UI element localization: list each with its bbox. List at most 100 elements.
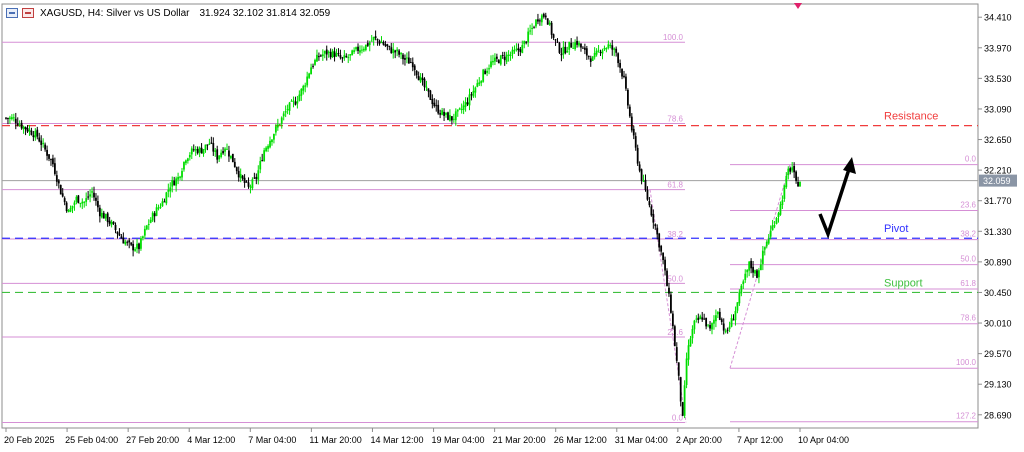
candle-body [699, 316, 702, 320]
candle-body [709, 325, 711, 329]
candle-body [59, 184, 62, 195]
one-click-trading-icon[interactable] [22, 8, 34, 18]
candle-body [589, 58, 592, 62]
candle-body [30, 130, 33, 135]
candle-body [494, 57, 496, 62]
candle-body [263, 150, 266, 161]
candle-body [353, 50, 356, 53]
candle-body [752, 266, 754, 273]
candle-body [163, 201, 166, 203]
candle-body [726, 329, 729, 331]
candle-body [235, 167, 238, 172]
candle-body [765, 242, 768, 247]
candle-body [331, 50, 334, 58]
x-tick-label: 31 Mar 04:00 [615, 435, 668, 445]
candle-body [247, 182, 250, 187]
candle-body [63, 198, 66, 203]
candle-body [85, 198, 88, 202]
candle-body [347, 57, 350, 59]
candle-body [314, 60, 316, 65]
candle-body [746, 269, 749, 273]
candle-body [593, 52, 596, 58]
candle-body [97, 201, 99, 208]
candle-body [687, 345, 690, 360]
fib-label: 78.6 [667, 115, 683, 124]
candle-body [564, 46, 567, 54]
candle-body [570, 42, 573, 48]
candle-body [79, 202, 82, 204]
candle-body [118, 233, 121, 236]
candle-body [239, 174, 242, 179]
candle-body [237, 170, 240, 178]
candle-body [406, 57, 408, 59]
candle-body [499, 55, 502, 65]
candle-body [595, 50, 598, 55]
candle-body [46, 149, 48, 156]
candle-body [474, 87, 477, 93]
candle-body [546, 18, 549, 25]
candle-body [521, 45, 524, 54]
candle-body [540, 15, 543, 23]
candle-body [218, 155, 221, 160]
candle-body [628, 106, 631, 117]
candle-body [658, 233, 661, 248]
candle-body [705, 317, 708, 327]
candle-body [715, 315, 717, 322]
candle-body [273, 134, 275, 140]
candle-body [116, 231, 119, 234]
price-chart[interactable]: 34.410 33.970 33.530 33.090 32.650 32.210 31.7… [0, 0, 1024, 452]
candle-body [617, 53, 620, 64]
candle-body [384, 44, 387, 46]
candle-body [507, 54, 510, 56]
candle-body [286, 109, 289, 111]
candle-body [110, 221, 113, 225]
candle-body [783, 185, 786, 199]
candle-body [578, 42, 580, 46]
candle-body [73, 202, 76, 205]
candle-body [167, 189, 170, 192]
x-tick-label: 7 Mar 04:00 [248, 435, 296, 445]
candle-body [454, 111, 457, 121]
candle-body [554, 39, 557, 41]
candle-body [32, 135, 35, 138]
candle-body [91, 191, 93, 193]
fib-label: 127.2 [956, 412, 977, 421]
candle-body [552, 34, 555, 38]
x-tick-label: 2 Apr 20:00 [676, 435, 722, 445]
y-tick-label: 28.690 [984, 410, 1012, 420]
candle-body [529, 30, 532, 32]
x-tick-label: 7 Apr 12:00 [737, 435, 783, 445]
candle-body [206, 144, 209, 146]
candle-body [376, 39, 379, 41]
candle-body [362, 48, 365, 51]
candle-body [531, 27, 533, 30]
candle-body [81, 201, 84, 204]
chart-menu-icon[interactable] [6, 8, 18, 18]
candle-body [147, 223, 150, 225]
candle-body [421, 77, 424, 80]
candle-body [748, 261, 751, 271]
candle-body [304, 85, 307, 87]
candle-body [711, 323, 713, 330]
candle-body [126, 241, 129, 243]
price-badge-label: 32.059 [983, 176, 1011, 186]
candle-body [310, 67, 312, 75]
candle-body [108, 220, 111, 224]
x-tick-label: 20 Feb 2025 [4, 435, 55, 445]
candle-body [5, 117, 7, 119]
candle-body [566, 50, 569, 53]
candle-body [192, 149, 195, 151]
candle-body [52, 158, 54, 165]
candle-body [490, 61, 492, 68]
x-tick-label: 21 Mar 20:00 [493, 435, 546, 445]
candle-body [456, 109, 459, 112]
candle-body [136, 243, 138, 249]
level-label-pivot: Pivot [884, 223, 908, 235]
candle-body [374, 36, 377, 39]
candle-body [623, 75, 625, 78]
candle-body [525, 41, 528, 43]
candle-body [261, 160, 264, 162]
candle-body [364, 44, 367, 51]
candle-body [276, 124, 279, 128]
candle-body [742, 281, 745, 285]
